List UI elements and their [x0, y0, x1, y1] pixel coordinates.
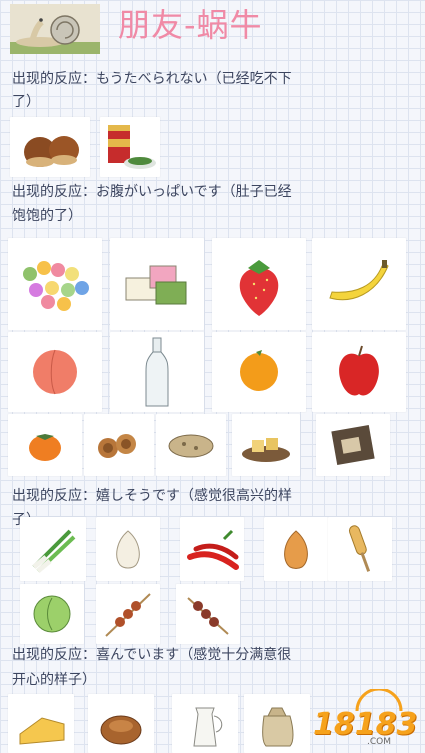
reaction-line: 出现的反应：喜んでいます（感觉十分满意很	[12, 647, 292, 663]
milk-icon	[172, 694, 238, 753]
biscuit-icon	[156, 414, 226, 476]
meatball-skewer-icon	[176, 584, 240, 644]
dango-icon	[8, 238, 102, 330]
reaction-line: 了）	[12, 94, 40, 110]
cookies-icon	[84, 414, 154, 476]
reaction-line: 饱饱的了）	[12, 208, 82, 224]
bottle-icon	[110, 332, 204, 412]
chili-icon	[180, 517, 244, 581]
cabbage-icon	[20, 584, 84, 644]
apple-icon	[312, 332, 406, 412]
peach-icon	[8, 332, 102, 412]
reaction-line: 出现的反应：もうたべられない（已经吃不下	[12, 71, 292, 87]
reaction-line: 出现的反应：お腹がいっぱいです（肚子已经	[12, 184, 292, 200]
canned-food-icon	[100, 117, 160, 177]
chestnut-icon	[10, 117, 90, 177]
bread-icon	[88, 694, 154, 753]
mochi-icon	[110, 238, 204, 330]
orange-icon	[212, 332, 306, 412]
reaction-line: 出现的反应：嬉しそうです（感觉很高兴的样	[12, 488, 292, 504]
garlic-icon	[96, 517, 160, 581]
corn-dog-icon	[328, 517, 392, 581]
watermark-number: 18183	[313, 707, 418, 742]
flour-sack-icon	[244, 694, 310, 753]
strawberry-icon	[212, 238, 306, 330]
green-onion-icon	[20, 517, 86, 581]
site-watermark: 18183 .COM	[309, 689, 421, 749]
banana-icon	[312, 238, 406, 330]
seaweed-icon	[316, 414, 390, 476]
onion-icon	[264, 517, 328, 581]
cheese-icon	[8, 694, 74, 753]
skewer-icon	[96, 584, 160, 644]
watermark-domain: .COM	[367, 737, 391, 747]
page-title: 朋友-蜗牛	[118, 6, 263, 44]
tofu-icon	[232, 414, 300, 476]
snail-icon	[10, 4, 100, 54]
persimmon-icon	[8, 414, 82, 476]
reaction-line: 开心的样子）	[12, 672, 96, 688]
